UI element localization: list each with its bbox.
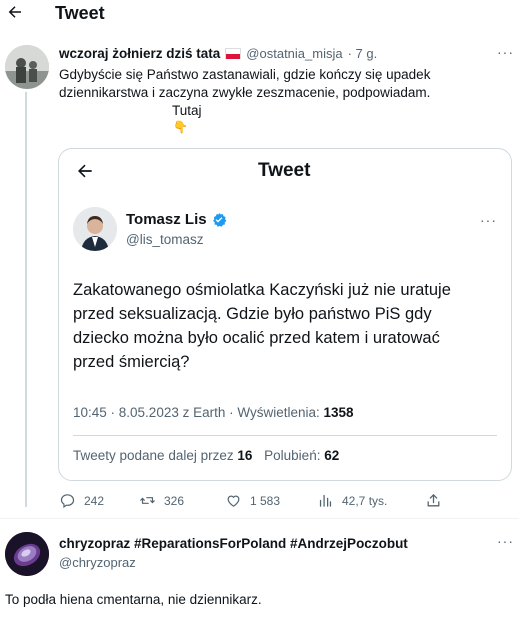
share-icon: [427, 494, 440, 507]
more-options-icon: ···: [480, 212, 497, 228]
views-button[interactable]: 42,7 tys.: [317, 492, 387, 509]
retweet-count: 326: [164, 493, 185, 508]
divider: [0, 518, 519, 519]
likes-label: Polubień:: [264, 448, 325, 463]
retweets-count: 16: [237, 448, 253, 463]
thread-line: [25, 92, 27, 507]
reply-button[interactable]: 242: [59, 492, 104, 509]
embedded-text-line: dziecko można było ocalić przed katem i …: [73, 329, 440, 347]
embedded-text-line: przed seksualizacją. Gdzie było państwo …: [73, 305, 432, 323]
retweets-label: Tweety podane dalej przez: [73, 448, 238, 463]
avatar[interactable]: [5, 45, 49, 89]
likes-count: 62: [324, 448, 340, 463]
reply-text: To podła hiena cmentarna, nie dziennikar…: [5, 592, 262, 607]
tweet-text-line: Gdybyście się Państwo zastanawiali, gdzi…: [59, 67, 431, 82]
avatar: [73, 207, 117, 251]
avatar[interactable]: [5, 532, 49, 576]
reply-icon: [60, 494, 75, 509]
reply-author-handle[interactable]: @chryzopraz: [59, 555, 136, 570]
pointing-down-icon: 👇: [173, 120, 188, 134]
author-handle[interactable]: @ostatnia_misja: [246, 46, 342, 61]
embedded-tweet-card[interactable]: Tweet Tomasz Lis @lis_tomasz ··· Zakatow…: [58, 148, 512, 481]
tweet-time[interactable]: · 7 g.: [348, 46, 378, 61]
poland-flag-icon: [225, 48, 242, 59]
views-count: 1358: [323, 405, 354, 420]
retweet-icon: [140, 497, 155, 504]
embedded-text-line: Zakatowanego ośmiolatka Kaczyński już ni…: [73, 281, 451, 299]
author-name[interactable]: wczoraj żołnierz dziś tata: [59, 46, 220, 61]
back-arrow-icon[interactable]: [6, 3, 24, 21]
more-options-icon[interactable]: ···: [497, 533, 514, 549]
views-total: 42,7 tys.: [342, 493, 388, 508]
like-count: 1 583: [250, 493, 281, 508]
back-arrow-icon: [78, 164, 92, 178]
avatar-photo: [73, 207, 117, 251]
embedded-text-line: przed śmiercią?: [73, 353, 190, 371]
embedded-header-title: Tweet: [258, 160, 311, 181]
analytics-icon: [319, 494, 332, 507]
retweet-button[interactable]: 326: [139, 492, 184, 509]
heart-icon: [227, 495, 240, 507]
divider: [73, 435, 497, 436]
avatar-photo: [5, 45, 49, 89]
reply-count: 242: [84, 493, 105, 508]
share-button[interactable]: [425, 492, 442, 509]
more-options-icon[interactable]: ···: [497, 44, 514, 60]
avatar-photo: [5, 532, 49, 576]
reply-author-name[interactable]: chryzopraz #ReparationsForPoland #Andrze…: [59, 536, 408, 551]
embedded-author-handle: @lis_tomasz: [126, 232, 204, 247]
tweet-text-line: dziennikarstwa i zaczyna zwykłe zeszmace…: [59, 85, 431, 100]
embedded-meta: 10:45 · 8.05.2023 z Earth · Wyświetlenia…: [73, 405, 324, 420]
embedded-author-name: Tomasz Lis: [126, 211, 207, 228]
like-button[interactable]: 1 583: [225, 492, 280, 509]
verified-badge-icon: [212, 212, 226, 227]
page-title: Tweet: [55, 3, 105, 23]
tweet-text-line: Tutaj: [172, 103, 202, 118]
